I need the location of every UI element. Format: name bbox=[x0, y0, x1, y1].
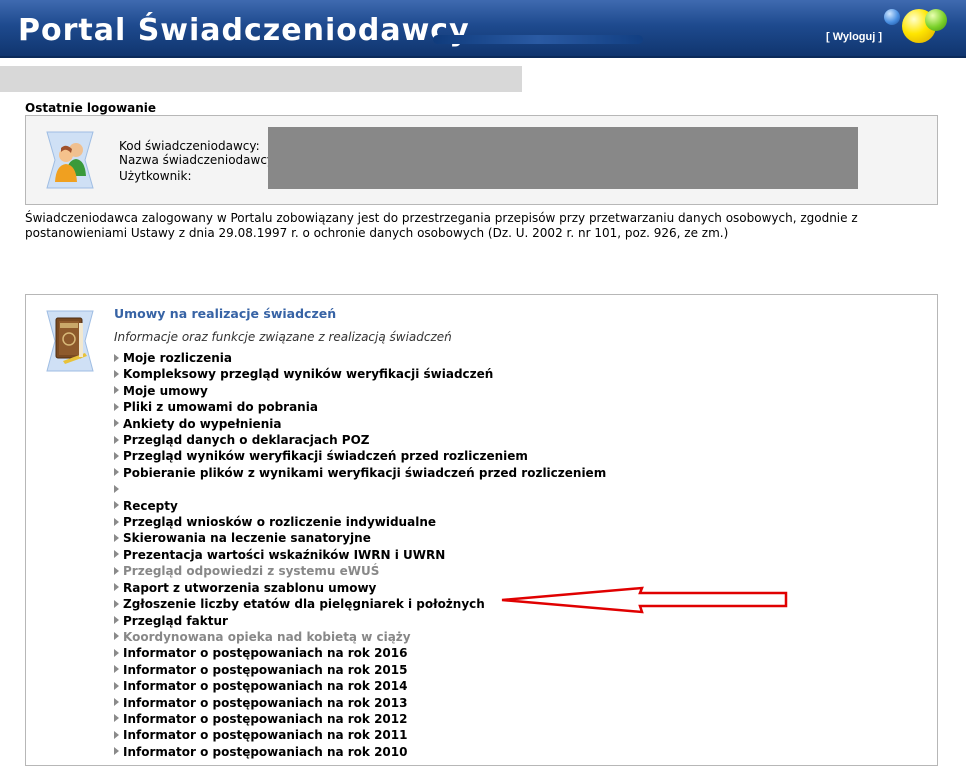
menu-item-label: Informator o postępowaniach na rok 2013 bbox=[123, 695, 408, 710]
section-subtitle: Informacje oraz funkcje związane z reali… bbox=[114, 330, 452, 344]
logo-ball-green-icon bbox=[925, 9, 947, 31]
bullet-arrow-icon bbox=[114, 402, 119, 411]
bullet-arrow-icon bbox=[114, 501, 119, 510]
menu-item[interactable]: Kompleksowy przegląd wyników weryfikacji… bbox=[114, 366, 606, 382]
last-login-panel: Kod świadczeniodawcy: Nazwa świadczeniod… bbox=[25, 115, 938, 205]
redacted-breadcrumb bbox=[0, 66, 522, 92]
menu-item[interactable]: Prezentacja wartości wskaźników IWRN i U… bbox=[114, 547, 606, 563]
bullet-arrow-icon bbox=[114, 681, 119, 690]
menu-item-label: Moje rozliczenia bbox=[123, 351, 232, 365]
menu-item[interactable]: Informator o postępowaniach na rok 2015 bbox=[114, 662, 606, 678]
menu-item-label: Przegląd faktur bbox=[123, 613, 228, 628]
menu-item[interactable]: Moje rozliczenia bbox=[114, 350, 606, 366]
menu-item-label: Kompleksowy przegląd wyników weryfikacji… bbox=[123, 367, 494, 382]
contract-book-icon bbox=[46, 310, 94, 372]
menu-item-label: Raport z utworzenia szablonu umowy bbox=[123, 580, 377, 595]
bullet-arrow-icon bbox=[114, 665, 119, 674]
menu-item[interactable]: Przegląd danych o deklaracjach POZ bbox=[114, 432, 606, 448]
menu-item[interactable]: Recepty bbox=[114, 498, 606, 514]
menu-item[interactable]: Pliki z umowami do pobrania bbox=[114, 399, 606, 415]
provider-name-label: Nazwa świadczeniodawcy: bbox=[119, 153, 278, 167]
logout-link[interactable]: [ Wyloguj ] bbox=[826, 31, 882, 43]
menu-item-label: Informator o postępowaniach na rok 2011 bbox=[123, 728, 408, 743]
menu-item[interactable]: Informator o postępowaniach na rok 2013 bbox=[114, 695, 606, 711]
users-icon bbox=[46, 131, 94, 189]
bullet-arrow-icon bbox=[114, 583, 119, 592]
privacy-notice: Świadczeniodawca zalogowany w Portalu zo… bbox=[25, 211, 858, 240]
menu-item-label: Przegląd wyników weryfikacji świadczeń p… bbox=[123, 449, 528, 464]
bullet-arrow-icon bbox=[114, 533, 119, 542]
menu-item[interactable]: Moje umowy bbox=[114, 383, 606, 399]
menu-item-label: Prezentacja wartości wskaźników IWRN i U… bbox=[123, 547, 446, 562]
menu-item-label: Informator o postępowaniach na rok 2016 bbox=[123, 646, 408, 661]
contracts-menu: Moje rozliczenia Kompleksowy przegląd wyn… bbox=[114, 350, 606, 760]
bullet-arrow-icon bbox=[114, 468, 119, 477]
bullet-arrow-icon bbox=[114, 747, 119, 756]
menu-item-label: Informator o postępowaniach na rok 2014 bbox=[123, 679, 408, 694]
menu-item-label: Informator o postępowaniach na rok 2015 bbox=[123, 662, 408, 677]
user-label: Użytkownik: bbox=[119, 169, 192, 183]
menu-item-label: Przegląd odpowiedzi z systemu eWUŚ bbox=[123, 564, 380, 579]
bullet-arrow-icon bbox=[114, 386, 119, 395]
menu-item-label: Pliki z umowami do pobrania bbox=[123, 400, 318, 415]
app-title: Portal Świadczeniodawcy bbox=[18, 13, 470, 48]
header-decoration bbox=[433, 35, 643, 44]
bullet-arrow-icon bbox=[114, 369, 119, 378]
logo-ball-blue-icon bbox=[884, 9, 900, 25]
menu-item-label: Ankiety do wypełnienia bbox=[123, 416, 282, 431]
bullet-arrow-icon bbox=[114, 648, 119, 657]
redacted-login-values bbox=[268, 127, 858, 189]
menu-item-label: Przegląd wniosków o rozliczenie indywidu… bbox=[123, 515, 436, 530]
menu-item[interactable]: Informator o postępowaniach na rok 2016 bbox=[114, 645, 606, 661]
menu-item[interactable]: Informator o postępowaniach na rok 2014 bbox=[114, 678, 606, 694]
menu-item[interactable]: Przegląd wniosków o rozliczenie indywidu… bbox=[114, 514, 606, 530]
menu-item-label: Informator o postępowaniach na rok 2010 bbox=[123, 744, 408, 759]
menu-item-label: Przegląd danych o deklaracjach POZ bbox=[123, 433, 370, 448]
bullet-arrow-icon bbox=[114, 599, 119, 608]
menu-item-label: Skierowania na leczenie sanatoryjne bbox=[123, 531, 371, 546]
menu-item[interactable]: Ankiety do wypełnienia bbox=[114, 416, 606, 432]
bullet-arrow-icon bbox=[114, 435, 119, 444]
menu-item[interactable]: Informator o postępowaniach na rok 2010 bbox=[114, 744, 606, 760]
menu-item[interactable]: Informator o postępowaniach na rok 2011 bbox=[114, 727, 606, 743]
menu-item-label: Recepty bbox=[123, 498, 178, 513]
contracts-section: Umowy na realizacje świadczeń Informacje… bbox=[25, 294, 938, 766]
bullet-arrow-icon bbox=[114, 698, 119, 707]
bullet-arrow-icon bbox=[114, 550, 119, 559]
menu-item[interactable]: Pobieranie plików z wynikami weryfikacji… bbox=[114, 465, 606, 481]
bullet-arrow-icon bbox=[114, 419, 119, 428]
menu-item-label: Pobieranie plików z wynikami weryfikacji… bbox=[123, 465, 607, 480]
menu-item[interactable]: Koordynowana opieka nad kobietą w ciąży bbox=[114, 629, 606, 645]
bullet-arrow-icon bbox=[114, 517, 119, 526]
last-login-heading: Ostatnie logowanie bbox=[25, 101, 157, 115]
menu-item-label: Moje umowy bbox=[123, 383, 208, 398]
menu-item[interactable]: Skierowania na leczenie sanatoryjne bbox=[114, 530, 606, 546]
bullet-arrow-icon bbox=[114, 451, 119, 460]
red-annotation-arrow bbox=[501, 586, 788, 614]
bullet-arrow-icon bbox=[114, 632, 119, 641]
menu-item[interactable]: Przegląd odpowiedzi z systemu eWUŚ bbox=[114, 563, 606, 579]
bullet-arrow-icon bbox=[114, 353, 119, 362]
section-title[interactable]: Umowy na realizacje świadczeń bbox=[114, 306, 336, 321]
top-banner: Portal Świadczeniodawcy [ Wyloguj ] bbox=[0, 0, 966, 58]
menu-item[interactable] bbox=[114, 481, 606, 497]
bullet-arrow-icon bbox=[114, 484, 119, 493]
menu-item-label: Zgłoszenie liczby etatów dla pielęgniare… bbox=[123, 597, 485, 612]
menu-item[interactable]: Informator o postępowaniach na rok 2012 bbox=[114, 711, 606, 727]
menu-item-label: Koordynowana opieka nad kobietą w ciąży bbox=[123, 629, 411, 644]
provider-code-label: Kod świadczeniodawcy: bbox=[119, 139, 260, 153]
bullet-arrow-icon bbox=[114, 616, 119, 624]
menu-item[interactable]: Przegląd wyników weryfikacji świadczeń p… bbox=[114, 448, 606, 464]
menu-item-label: Informator o postępowaniach na rok 2012 bbox=[123, 711, 408, 726]
bullet-arrow-icon bbox=[114, 730, 119, 739]
bullet-arrow-icon bbox=[114, 566, 119, 575]
bullet-arrow-icon bbox=[114, 714, 119, 723]
